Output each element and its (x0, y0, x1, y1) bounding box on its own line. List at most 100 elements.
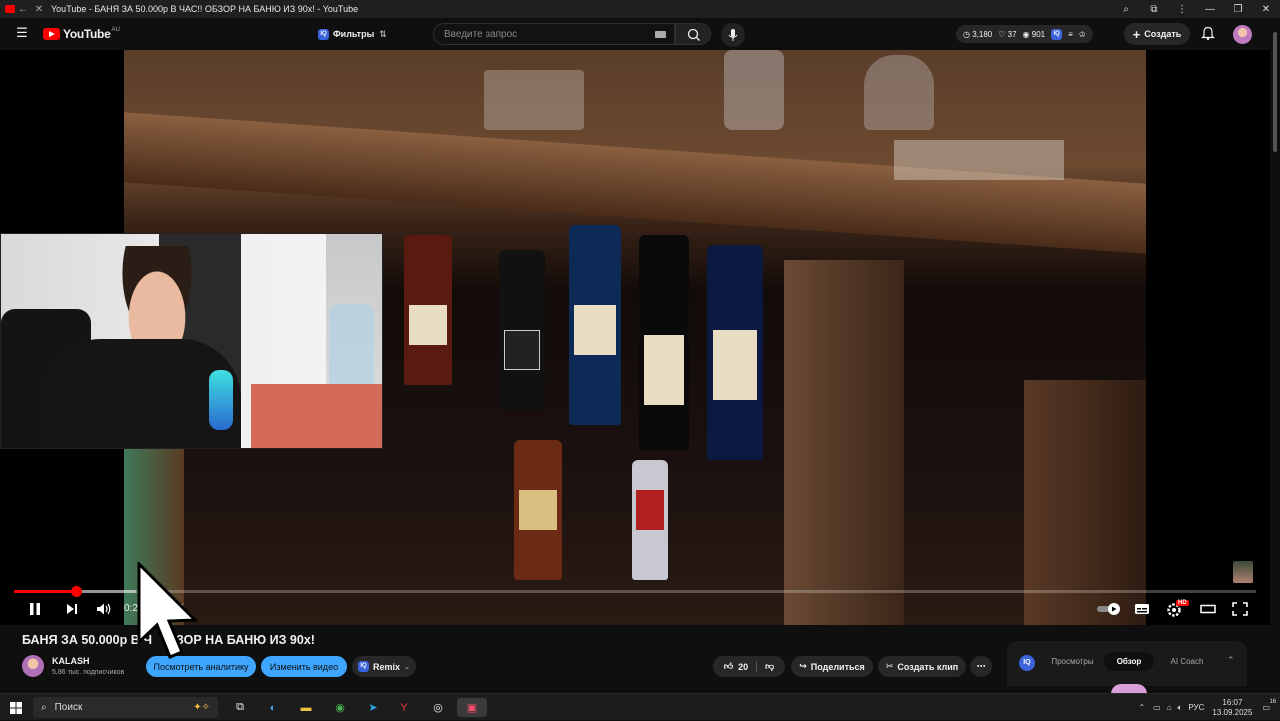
channel-avatar[interactable] (22, 655, 44, 677)
pause-icon (30, 603, 40, 615)
edge-browser-icon[interactable]: ◐ (263, 698, 283, 717)
tab-views[interactable]: Просмотры (1044, 652, 1101, 671)
taskbar-search[interactable]: ⌕ Поиск ✦✧ (33, 697, 218, 718)
more-horiz-icon: ⋯ (976, 661, 986, 671)
extensions-icon[interactable]: ⧉ (1140, 4, 1168, 15)
search-icon[interactable]: ⌕ (1112, 4, 1140, 15)
notifications-icon[interactable]: ▭ 16 (1262, 699, 1276, 712)
remix-button[interactable]: IQ Remix ⌄ (352, 656, 416, 677)
account-avatar[interactable] (1233, 25, 1252, 44)
active-app-icon[interactable]: ▣ (457, 698, 487, 717)
subtitles-icon (1135, 604, 1149, 614)
search-input[interactable] (444, 24, 644, 45)
youtube-play-icon (43, 28, 60, 40)
list-icon: ≡ (1068, 29, 1073, 39)
restore-icon[interactable]: ❐ (1224, 4, 1252, 15)
channel-name[interactable]: KALASH (52, 656, 90, 666)
stop-loading-icon[interactable]: ✕ (31, 4, 47, 15)
share-button[interactable]: ↪ Поделиться (791, 656, 873, 677)
autoplay-toggle[interactable] (1096, 599, 1122, 619)
volume-icon[interactable]: 🔈︎ (1178, 703, 1183, 713)
edit-video-button[interactable]: Изменить видео (261, 656, 347, 677)
logo-text: YouTube (63, 27, 111, 41)
video-player[interactable]: 0:25 HD (0, 50, 1270, 625)
theater-mode-button[interactable] (1198, 599, 1218, 619)
back-arrow-icon[interactable]: ← (15, 4, 31, 15)
chevron-up-icon[interactable]: ⌃ (1227, 655, 1235, 666)
telegram-icon[interactable]: ➤ (363, 698, 383, 717)
notifications-bell-icon[interactable] (1200, 25, 1216, 44)
subtitles-button[interactable] (1132, 599, 1152, 619)
iq-badge-icon: IQ (1019, 655, 1035, 671)
create-label: Создать (1144, 29, 1182, 39)
remix-label: Remix (373, 661, 401, 672)
dislike-button[interactable]: 👎︎ (761, 661, 774, 672)
channel-watermark[interactable] (1233, 561, 1253, 583)
video-cabinet-door (784, 260, 904, 625)
video-napkins (894, 140, 1064, 180)
like-count: 20 (738, 661, 749, 672)
plus-icon: + (1132, 26, 1141, 42)
tune-icon: ⇅ (379, 28, 387, 39)
create-button[interactable]: + Создать (1124, 23, 1190, 45)
clip-label: Создать клип (897, 661, 959, 672)
fullscreen-button[interactable] (1230, 599, 1250, 619)
chevron-up-icon[interactable]: ⌃ (1138, 703, 1145, 712)
skip-next-icon (67, 604, 77, 614)
youtube-logo[interactable]: YouTube AU (43, 27, 120, 41)
voice-search-button[interactable] (721, 23, 745, 47)
browser-title-bar: ← ✕ YouTube - БАНЯ ЗА 50.000р В ЧАС!! ОБ… (0, 0, 1280, 18)
close-icon[interactable]: ✕ (1252, 4, 1280, 15)
subscriber-count: 5,86 тыс. подписчиков (52, 669, 125, 676)
progress-scrubber-handle[interactable] (71, 586, 83, 597)
scrollbar-thumb[interactable] (1273, 32, 1277, 152)
filters-button[interactable]: IQ Фильтры ⇅ (312, 25, 393, 43)
more-actions-button[interactable]: ⋯ (970, 656, 992, 677)
highlights-icon: ✦✧ (193, 702, 210, 713)
users-stat: ◉ 901 (1022, 29, 1046, 39)
iq-badge-icon: IQ (358, 661, 370, 672)
video-bottle (569, 225, 621, 425)
minimize-icon[interactable]: — (1196, 4, 1224, 15)
streamer-webcam-overlay (0, 233, 383, 449)
extension-stats-bar[interactable]: ◷ 3,180 ♡ 37 ◉ 901 IQ ≡ ♔ (956, 25, 1093, 43)
like-button[interactable]: 👍︎ 20 (724, 661, 758, 672)
mic-icon (728, 29, 738, 41)
video-bottle (632, 460, 668, 580)
video-cabinet-side (1024, 380, 1146, 625)
next-button[interactable] (62, 599, 82, 619)
search-button[interactable] (675, 23, 711, 45)
like-dislike-group: 👍︎ 20 👎︎ (713, 656, 785, 677)
more-vert-icon[interactable]: ⋮ (1168, 4, 1196, 15)
time-current: 0:2 (124, 603, 138, 614)
yandex-browser-icon[interactable]: Y (394, 698, 414, 717)
chevron-down-icon: ⌄ (404, 663, 410, 671)
pause-button[interactable] (25, 599, 45, 619)
tray-app-icon[interactable]: ▭ (1153, 703, 1161, 712)
file-explorer-icon[interactable]: ▬ (296, 698, 316, 717)
network-icon[interactable]: ⌂ (1167, 703, 1172, 712)
keyboard-icon[interactable] (655, 31, 666, 38)
obs-icon[interactable]: ◎ (428, 698, 448, 717)
windows-start-icon[interactable] (6, 698, 26, 717)
search-icon (687, 28, 700, 41)
search-icon: ⌕ (41, 702, 47, 713)
task-view-icon[interactable]: ⧉ (230, 698, 250, 717)
video-bottle (514, 440, 562, 580)
language-indicator[interactable]: РУС (1188, 703, 1204, 712)
chrome-icon[interactable]: ◉ (330, 698, 350, 717)
video-wineglass (864, 55, 934, 130)
settings-button[interactable]: HD (1165, 599, 1189, 619)
page-scrollbar[interactable] (1270, 18, 1280, 686)
create-clip-button[interactable]: ✂ Создать клип (878, 656, 966, 677)
tab-ai-coach[interactable]: AI Coach (1159, 652, 1215, 671)
views-stat: ◷ 3,180 (963, 29, 993, 39)
menu-icon[interactable]: ☰ (14, 25, 30, 41)
tab-overview[interactable]: Обзор (1104, 652, 1154, 671)
hd-badge: HD (1176, 600, 1189, 606)
video-bottle (639, 235, 689, 450)
volume-button[interactable] (94, 599, 114, 619)
clock[interactable]: 16:07 13.09.2025 (1212, 698, 1252, 718)
fullscreen-icon (1232, 602, 1248, 616)
masthead: ☰ YouTube AU IQ Фильтры ⇅ ◷ 3,180 ♡ 37 ◉… (0, 18, 1280, 50)
